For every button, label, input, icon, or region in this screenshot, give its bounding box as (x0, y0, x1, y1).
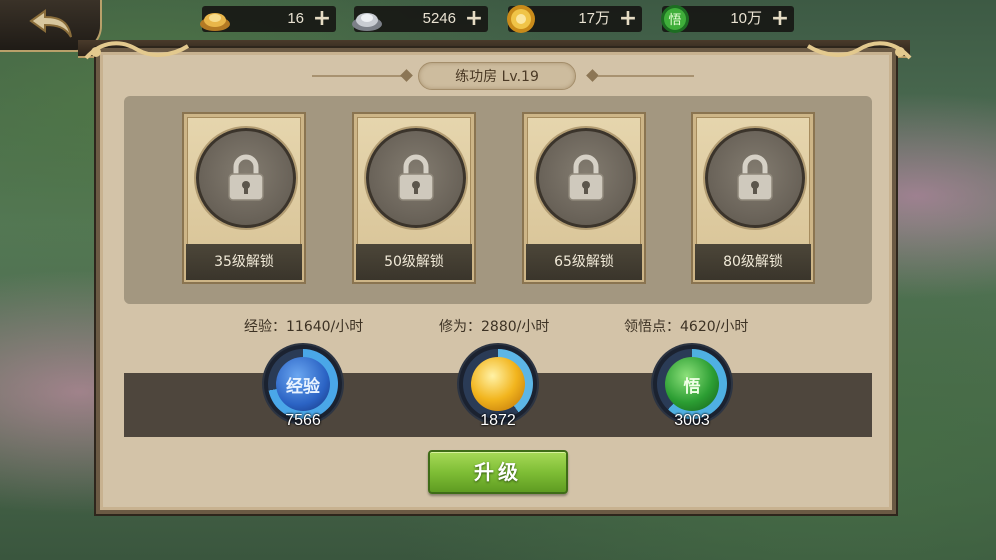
slot-unlock-label: 65级解锁 (526, 244, 642, 280)
add-gold-ingot-button[interactable]: + (312, 8, 332, 30)
gold-ingot-icon (198, 2, 232, 36)
add-coin-button[interactable]: + (618, 8, 638, 30)
insight-orb-icon: 悟 (665, 357, 719, 411)
upgrade-button[interactable]: 升级 (428, 450, 568, 494)
slot-circle (536, 128, 636, 228)
resource-value: 16 (287, 10, 304, 27)
resource-gold-ingot: 16 + (200, 6, 336, 32)
training-slot-1[interactable]: 35级解锁 (182, 112, 306, 284)
title-divider-right (598, 75, 694, 77)
silver-ingot-icon (350, 2, 384, 36)
gold-coin-icon (504, 2, 538, 36)
lock-icon (228, 154, 264, 201)
add-insight-button[interactable]: + (770, 8, 790, 30)
resource-value: 10万 (730, 10, 762, 27)
cultivation-orb-icon (471, 357, 525, 411)
exp-orb-text: 经验 (286, 376, 320, 397)
panel-title: 练功房 Lv.19 (418, 62, 576, 90)
insight-orb-icon: 悟 (658, 2, 692, 36)
insight-icon-text: 悟 (668, 13, 681, 28)
slot-unlock-label: 80级解锁 (695, 244, 811, 280)
exp-rate-label: 经验：11640/小时 (244, 319, 364, 335)
insight-rate-label: 领悟点：4620/小时 (624, 319, 749, 335)
resource-insight: 悟 10万 + (661, 5, 794, 33)
add-silver-ingot-button[interactable]: + (464, 8, 484, 30)
lock-icon (398, 154, 434, 201)
lock-icon (568, 154, 604, 201)
cultivation-orb-value: 1872 (480, 412, 516, 429)
exp-orb-icon: 经验 (276, 357, 330, 411)
back-arrow-icon (23, 5, 77, 45)
cultivation-rate-label: 修为：2880/小时 (439, 319, 550, 335)
training-slot-3[interactable]: 65级解锁 (522, 112, 646, 284)
slot-circle (705, 128, 805, 228)
resource-value: 17万 (578, 10, 610, 27)
insight-orb-value: 3003 (674, 412, 710, 429)
insight-orb-text: 悟 (683, 376, 701, 397)
slot-unlock-label: 35级解锁 (186, 244, 302, 280)
resource-value: 5246 (422, 10, 456, 27)
lock-icon (737, 154, 773, 201)
training-slot-4[interactable]: 80级解锁 (691, 112, 815, 284)
corner-ornament-left (82, 36, 192, 66)
slot-circle (366, 128, 466, 228)
corner-ornament-right (804, 36, 914, 66)
title-divider-left (312, 75, 408, 77)
resource-coin: 17万 + (507, 5, 642, 33)
slot-circle (196, 128, 296, 228)
exp-orb-value: 7566 (285, 412, 321, 429)
resource-silver-ingot: 5246 + (352, 6, 488, 32)
training-slot-2[interactable]: 50级解锁 (352, 112, 476, 284)
slot-unlock-label: 50级解锁 (356, 244, 472, 280)
